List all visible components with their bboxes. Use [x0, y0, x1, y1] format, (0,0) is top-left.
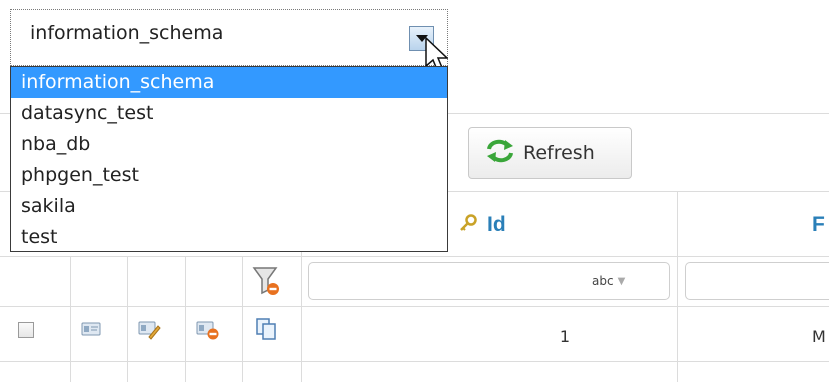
chevron-down-icon: ▼ [617, 275, 626, 287]
cell-id: 1 [559, 326, 571, 346]
dropdown-option[interactable]: information_schema [11, 67, 447, 98]
dropdown-option[interactable]: sakila [11, 191, 447, 222]
refresh-button[interactable]: Refresh [468, 127, 632, 179]
row-checkbox[interactable] [18, 322, 34, 338]
next-filter-input[interactable] [685, 262, 829, 300]
edit-record-icon[interactable] [137, 317, 161, 345]
filter-type-label: abc [592, 274, 614, 288]
database-select-value: information_schema [30, 22, 224, 44]
filter-clear-icon[interactable] [252, 264, 282, 302]
key-icon [459, 214, 477, 236]
column-header-next[interactable]: F [812, 195, 825, 255]
view-record-icon[interactable] [80, 318, 102, 344]
column-header-id-label: Id [487, 213, 506, 236]
copy-record-icon[interactable] [254, 316, 280, 346]
dropdown-option[interactable]: nba_db [11, 129, 447, 160]
delete-record-icon[interactable] [195, 317, 219, 345]
refresh-label: Refresh [523, 142, 595, 164]
dropdown-option[interactable]: test [11, 222, 447, 253]
refresh-icon [485, 139, 515, 168]
database-dropdown-list: information_schema datasync_test nba_db … [10, 66, 448, 252]
cell-next: M [812, 326, 826, 346]
dropdown-option[interactable]: phpgen_test [11, 160, 447, 191]
dropdown-option[interactable]: datasync_test [11, 98, 447, 129]
filter-type-select[interactable]: abc ▼ [592, 270, 662, 292]
column-header-id[interactable]: Id [455, 195, 675, 255]
